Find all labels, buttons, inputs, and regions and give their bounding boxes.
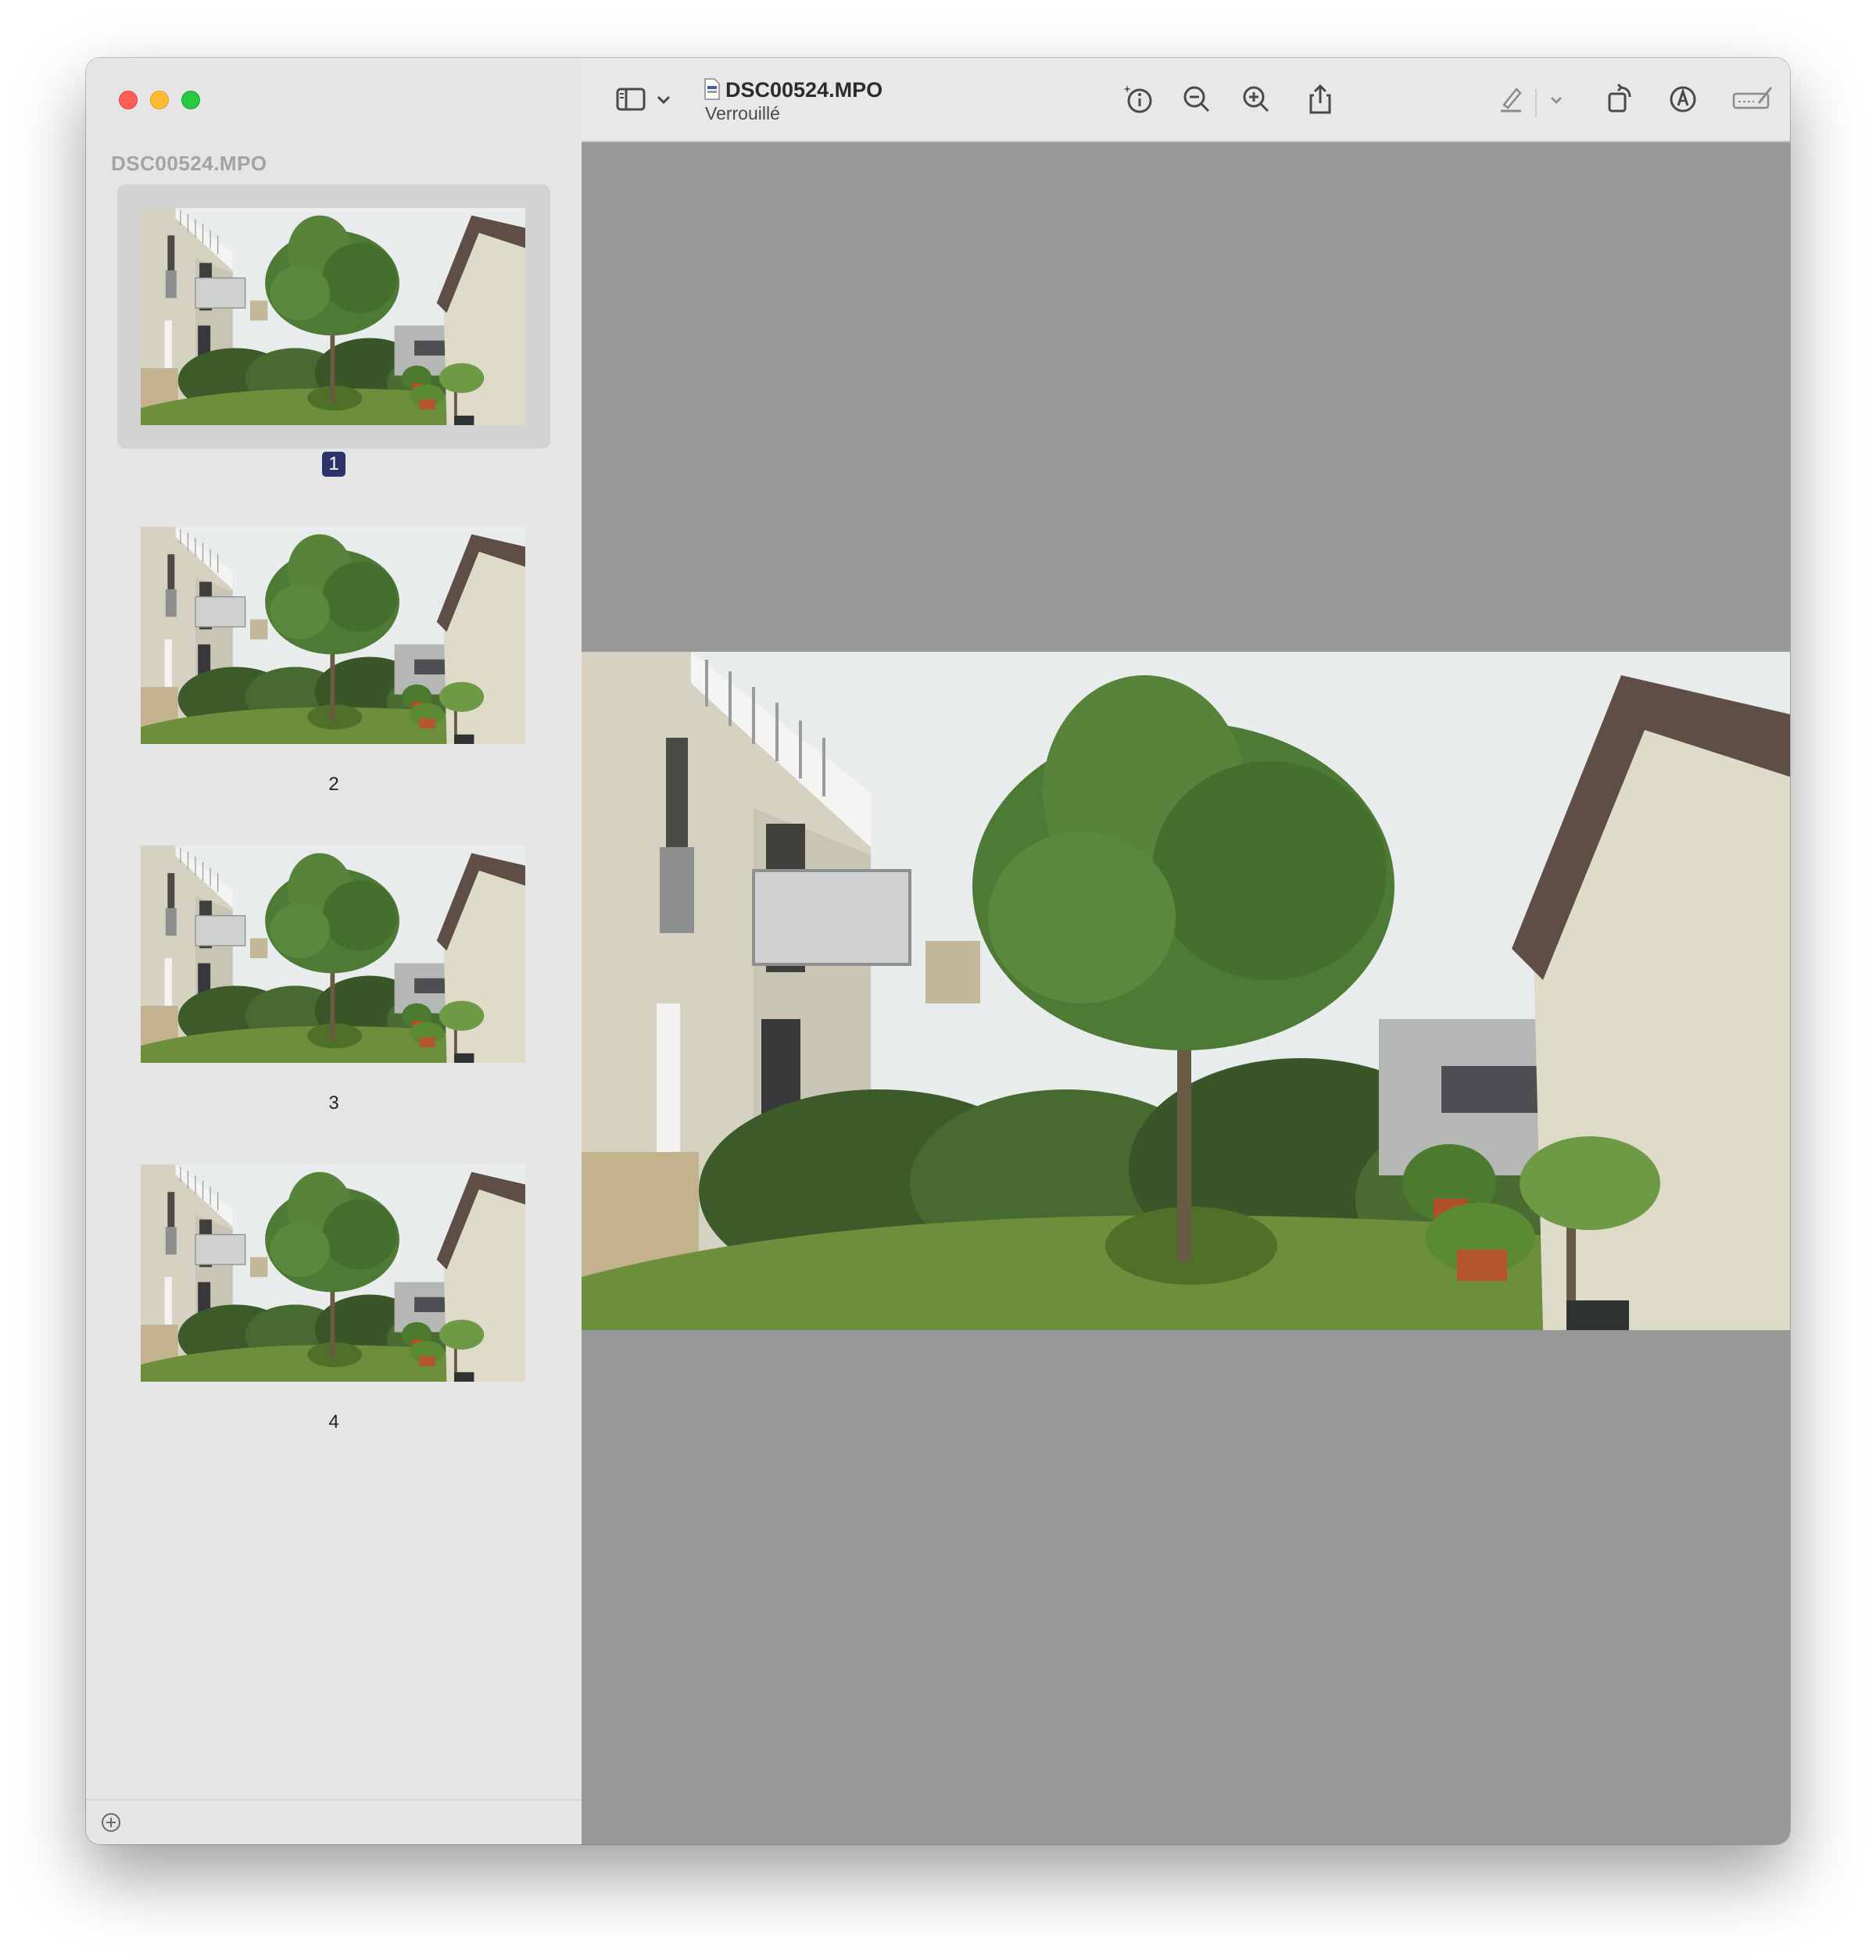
page-thumbnail-2[interactable]	[117, 503, 550, 767]
toolbar-separator	[1535, 89, 1537, 117]
share-icon[interactable]	[1302, 81, 1338, 117]
sidebar-footer	[86, 1799, 582, 1844]
zoom-out-icon[interactable]	[1179, 81, 1215, 117]
info-icon[interactable]	[1121, 81, 1157, 117]
minimize-button[interactable]	[150, 91, 169, 109]
document-canvas[interactable]	[582, 142, 1790, 1844]
thumbnail-image	[141, 527, 525, 744]
document-status: Verrouillé	[705, 103, 780, 123]
page-number-2: 2	[328, 774, 339, 795]
file-icon	[704, 78, 720, 100]
zoom-button[interactable]	[181, 91, 200, 109]
thumbnail-image	[141, 1164, 525, 1382]
chevron-down-icon[interactable]	[1545, 81, 1568, 117]
document-title: DSC00524.MPO	[725, 78, 883, 102]
thumbnail-image	[141, 846, 525, 1063]
zoom-in-icon[interactable]	[1238, 81, 1274, 117]
highlight-icon[interactable]	[1493, 81, 1529, 117]
main-photo	[582, 652, 1790, 1330]
page-number-3: 3	[328, 1093, 339, 1114]
sidebar-toggle-icon[interactable]	[613, 81, 649, 117]
page-number-1: 1	[86, 452, 582, 477]
form-fill-icon[interactable]	[1731, 81, 1774, 117]
page-thumbnail-4[interactable]	[117, 1141, 550, 1405]
add-page-icon[interactable]	[100, 1812, 122, 1833]
markup-icon[interactable]	[1665, 81, 1701, 117]
page-thumbnail-1[interactable]	[117, 184, 550, 449]
page-number-4: 4	[328, 1411, 339, 1432]
preview-window: DSC00524.MPO 1 2 3 4 DSC00524.MPO Verrou…	[86, 58, 1790, 1844]
toolbar: DSC00524.MPO Verrouillé	[582, 58, 1790, 142]
sidebar-title: DSC00524.MPO	[111, 152, 267, 175]
rotate-icon[interactable]	[1602, 81, 1638, 117]
page-thumbnail-3[interactable]	[117, 822, 550, 1086]
chevron-down-icon[interactable]	[652, 81, 675, 117]
thumbnail-image	[141, 208, 525, 425]
window-controls	[119, 91, 200, 109]
close-button[interactable]	[119, 91, 138, 109]
thumbnail-sidebar: DSC00524.MPO 1 2 3 4	[86, 58, 583, 1844]
